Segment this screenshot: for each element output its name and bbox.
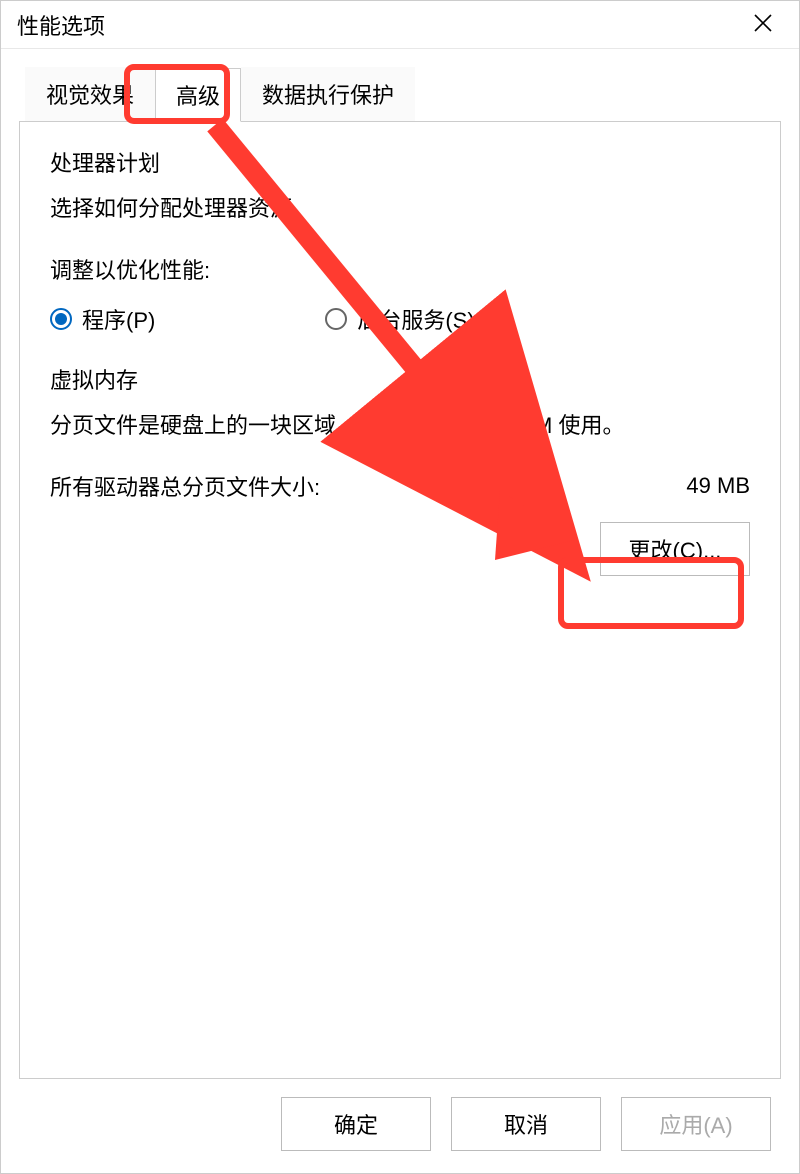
- radio-icon: [50, 308, 72, 330]
- processor-scheduling-title: 处理器计划: [50, 146, 160, 178]
- dialog-title: 性能选项: [17, 9, 743, 41]
- close-button[interactable]: [743, 5, 783, 45]
- ok-button[interactable]: 确定: [281, 1097, 431, 1151]
- titlebar: 性能选项: [1, 1, 799, 49]
- radio-icon: [325, 308, 347, 330]
- processor-scheduling-desc: 选择如何分配处理器资源。: [50, 192, 750, 225]
- dialog-footer: 确定 取消 应用(A): [1, 1079, 799, 1173]
- tab-panel-advanced: 处理器计划 选择如何分配处理器资源。 调整以优化性能: 程序(P) 后台服务(S…: [19, 121, 781, 1079]
- tab-advanced[interactable]: 高级: [155, 68, 241, 122]
- processor-scheduling-group: 处理器计划 选择如何分配处理器资源。 调整以优化性能: 程序(P) 后台服务(S…: [46, 146, 754, 335]
- virtual-memory-total-row: 所有驱动器总分页文件大小: 49 MB: [50, 470, 750, 502]
- change-row: 更改(C)...: [50, 522, 750, 576]
- vm-total-value: 49 MB: [686, 473, 750, 499]
- virtual-memory-title: 虚拟内存: [50, 363, 138, 395]
- virtual-memory-group: 虚拟内存 分页文件是硬盘上的一块区域，Windows 当作 RAM 使用。 所有…: [46, 363, 754, 576]
- radio-programs[interactable]: 程序(P): [50, 303, 155, 335]
- apply-button: 应用(A): [621, 1097, 771, 1151]
- vm-total-label: 所有驱动器总分页文件大小:: [50, 470, 320, 502]
- tab-strip: 视觉效果 高级 数据执行保护: [25, 67, 781, 121]
- radio-programs-label: 程序(P): [82, 303, 155, 335]
- change-button[interactable]: 更改(C)...: [600, 522, 750, 576]
- radio-background-services[interactable]: 后台服务(S): [325, 303, 474, 335]
- content-area: 视觉效果 高级 数据执行保护 处理器计划 选择如何分配处理器资源。 调整以优化性…: [1, 49, 799, 1079]
- radio-services-label: 后台服务(S): [357, 303, 474, 335]
- processor-radio-row: 程序(P) 后台服务(S): [50, 303, 750, 335]
- cancel-button[interactable]: 取消: [451, 1097, 601, 1151]
- close-icon: [754, 12, 772, 38]
- tab-data-execution-prevention[interactable]: 数据执行保护: [241, 67, 415, 121]
- virtual-memory-desc: 分页文件是硬盘上的一块区域，Windows 当作 RAM 使用。: [50, 409, 750, 442]
- performance-options-dialog: 性能选项 视觉效果 高级 数据执行保护 处理器计划 选择如何分配处理器资源。 调…: [0, 0, 800, 1174]
- adjust-label: 调整以优化性能:: [50, 253, 750, 285]
- tab-visual-effects[interactable]: 视觉效果: [25, 67, 155, 121]
